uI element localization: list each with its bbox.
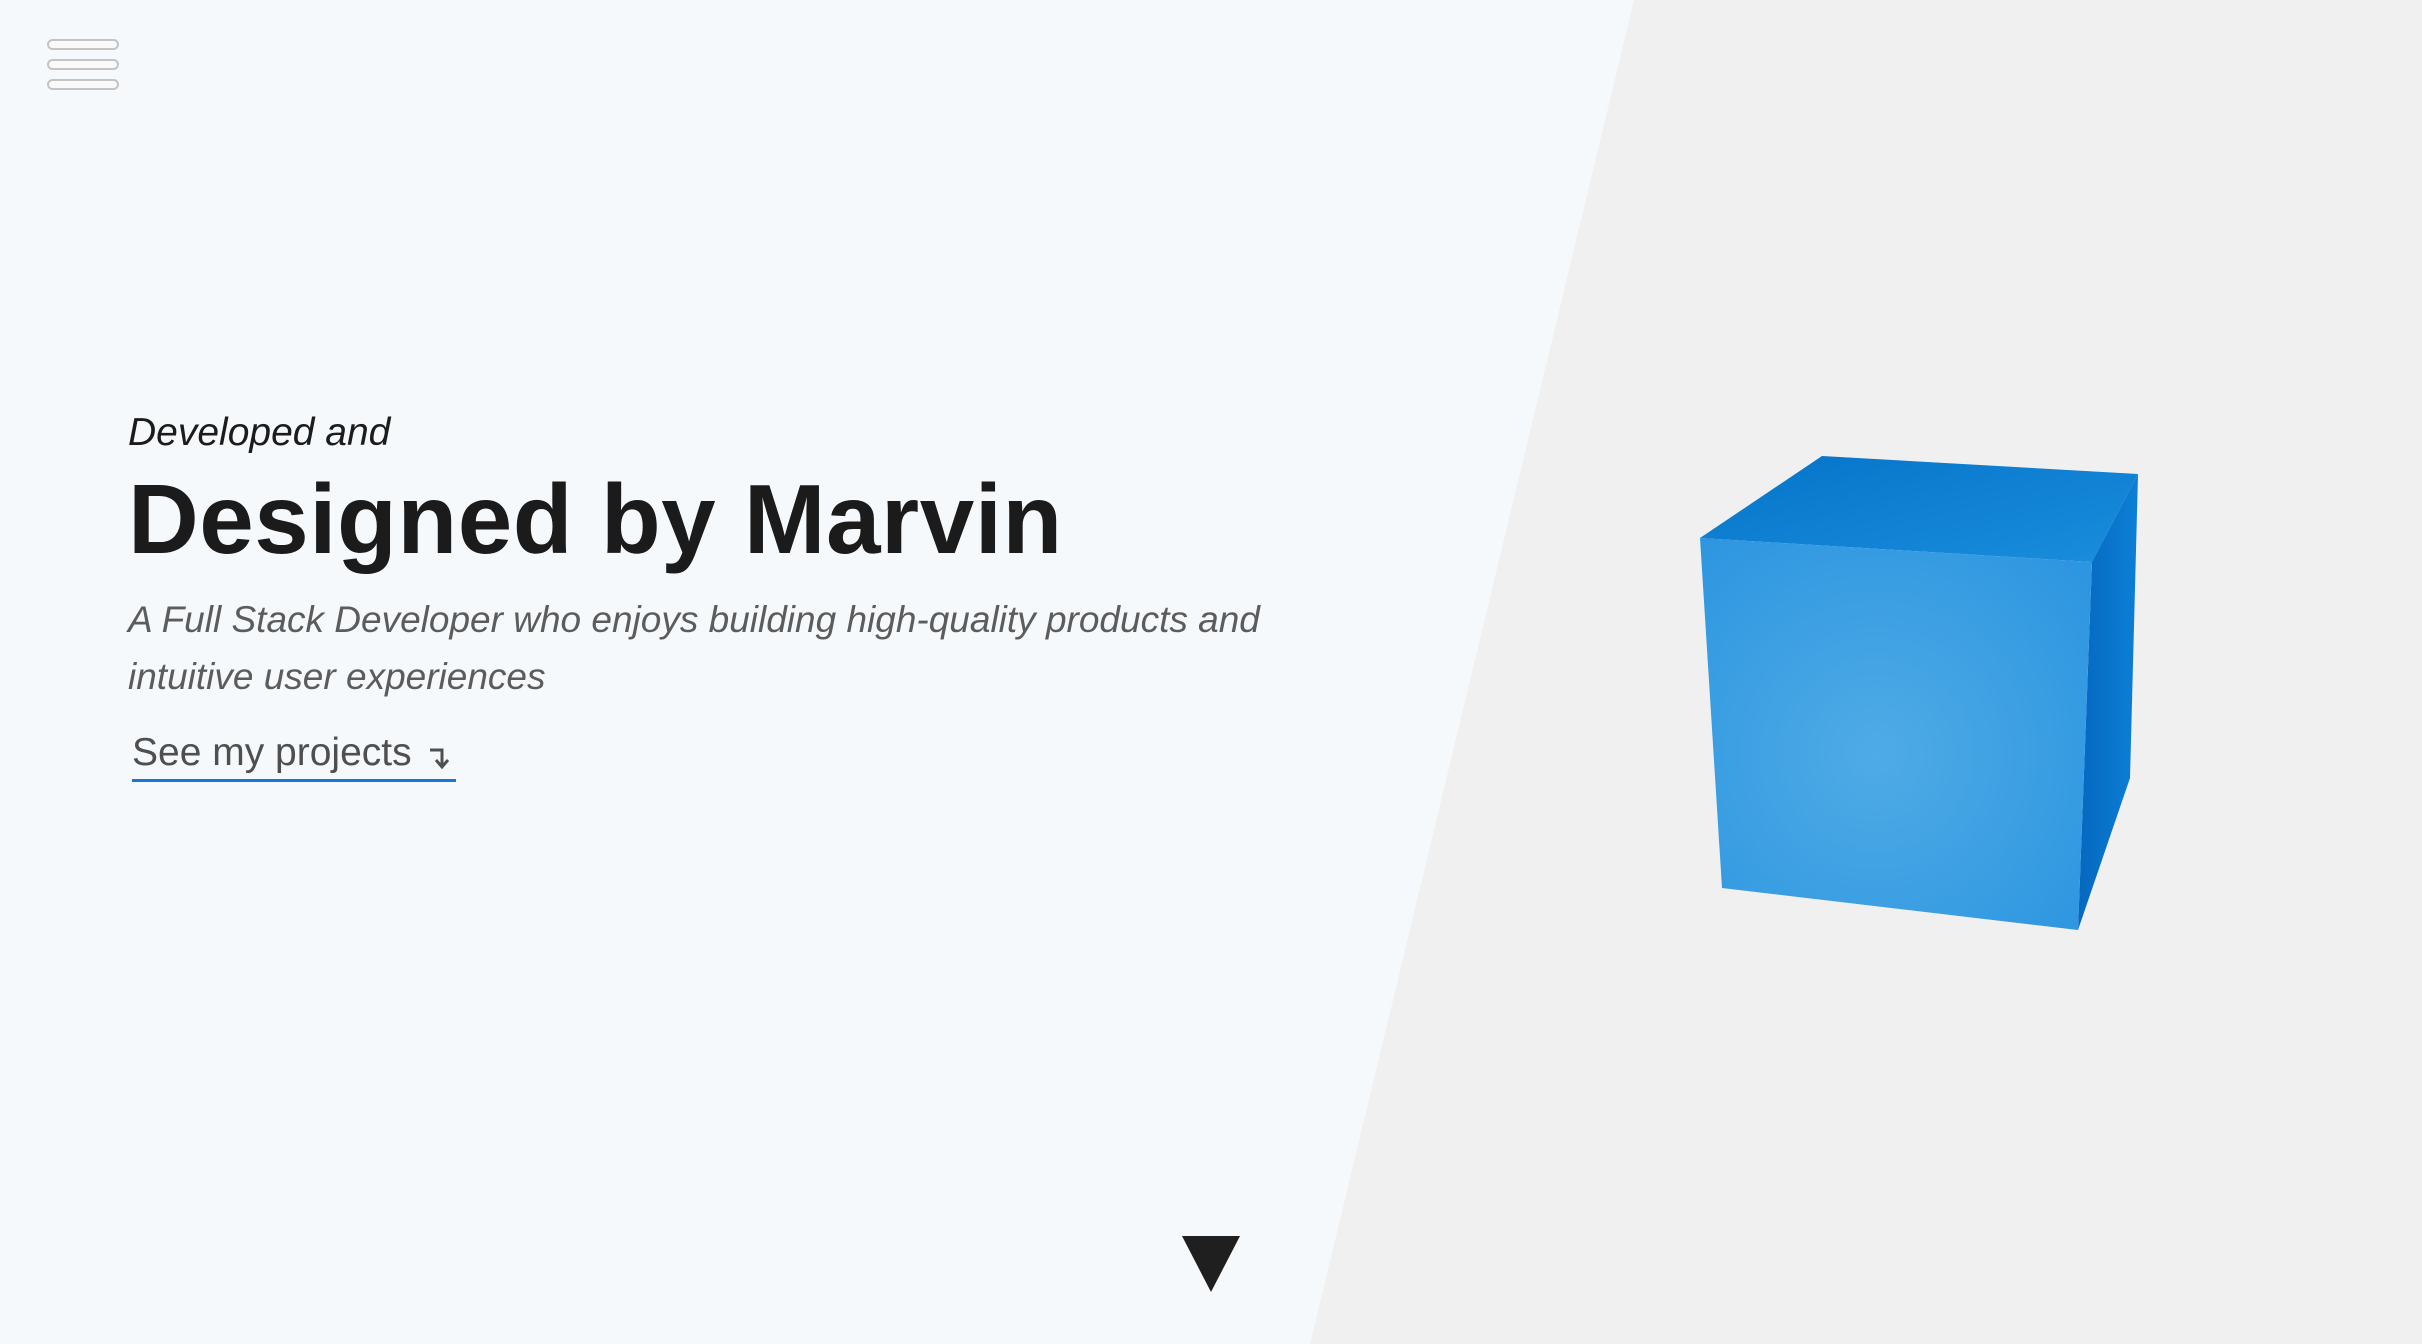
hero-kicker: Developed and [128, 411, 391, 454]
hero-subtitle: A Full Stack Developer who enjoys buildi… [128, 598, 1260, 697]
menu-bar-bottom [47, 79, 119, 90]
triangle-down-icon[interactable] [1182, 1236, 1240, 1292]
see-projects-label: See my projects [132, 730, 412, 774]
cube-illustration [1700, 456, 2138, 930]
menu-bar-middle [47, 59, 119, 70]
hero-section: Developed and Designed by Marvin A Full … [128, 410, 1428, 782]
see-projects-link[interactable]: See my projects [132, 731, 456, 782]
cube-front-face [1700, 538, 2092, 930]
hero-title: Designed by Marvin [128, 463, 1063, 574]
hamburger-menu-icon[interactable] [47, 39, 119, 95]
arrow-down-right-icon [429, 748, 449, 769]
menu-bar-top [47, 39, 119, 50]
landing-page: Developed and Designed by Marvin A Full … [0, 0, 2422, 1344]
